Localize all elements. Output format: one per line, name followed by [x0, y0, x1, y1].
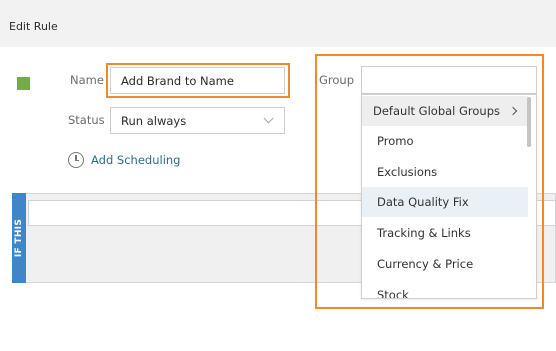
dropdown-scrollbar[interactable] [527, 97, 531, 147]
chevron-right-icon [508, 106, 518, 116]
clock-icon [68, 152, 84, 168]
header-bar: Edit Rule [0, 0, 556, 47]
status-select[interactable]: Run always [110, 107, 285, 134]
dropdown-item-data-quality-fix[interactable]: Data Quality Fix [362, 187, 528, 217]
dropdown-item-exclusions[interactable]: Exclusions [362, 157, 528, 187]
group-select[interactable] [361, 66, 537, 94]
dropdown-item-stock[interactable]: Stock [362, 280, 528, 298]
dropdown-item-promo[interactable]: Promo [362, 126, 528, 156]
status-select-value: Run always [121, 114, 187, 128]
page-title: Edit Rule [9, 20, 58, 33]
name-label: Name [70, 73, 104, 87]
dropdown-item-currency-price[interactable]: Currency & Price [362, 249, 528, 279]
dropdown-item-label: Default Global Groups [373, 104, 501, 118]
dropdown-item-tracking-links[interactable]: Tracking & Links [362, 218, 528, 248]
name-input[interactable]: Add Brand to Name [110, 67, 285, 94]
status-label: Status [68, 113, 105, 127]
dropdown-item-default-global-groups[interactable]: Default Global Groups [362, 96, 528, 126]
add-scheduling-label: Add Scheduling [91, 153, 181, 167]
chevron-down-icon [263, 113, 274, 124]
if-this-label: IF THIS [14, 218, 25, 258]
add-scheduling-link[interactable]: Add Scheduling [68, 151, 180, 169]
group-dropdown: Default Global Groups Promo Exclusions D… [361, 94, 537, 299]
rule-color-swatch[interactable] [17, 77, 30, 90]
